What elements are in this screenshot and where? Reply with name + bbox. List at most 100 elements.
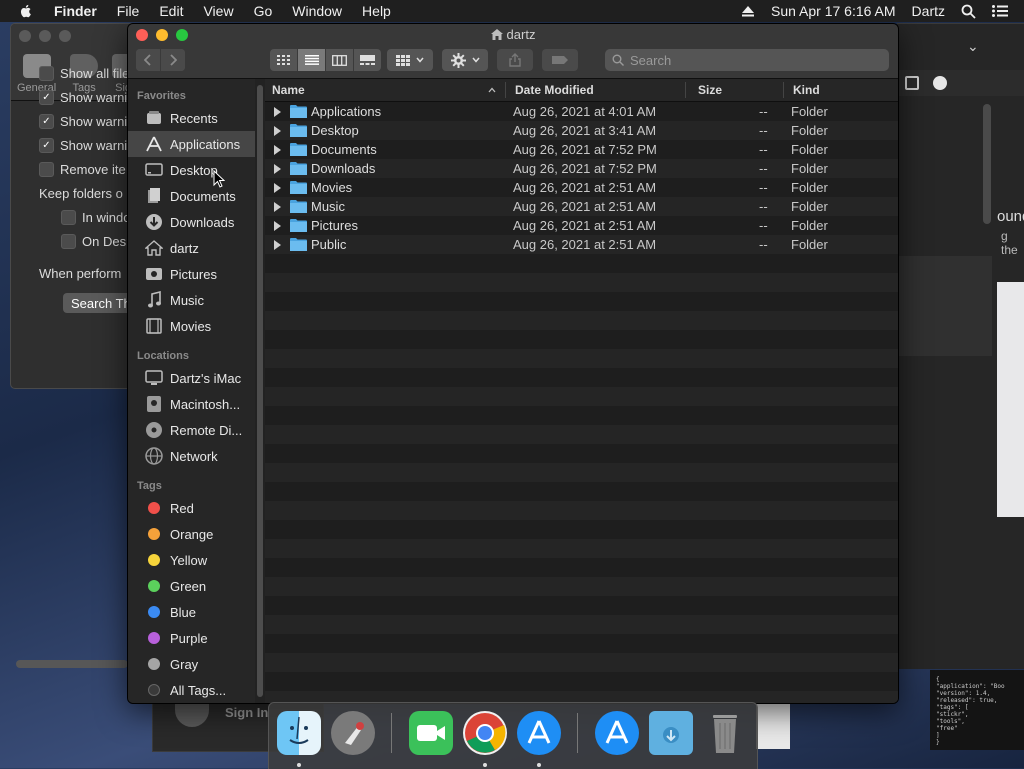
sidebar-item-music[interactable]: Music — [128, 287, 255, 313]
network-icon — [144, 447, 164, 465]
downloads-folder-icon[interactable] — [649, 711, 693, 755]
column-header-name[interactable]: Name — [272, 83, 305, 97]
chevron-up-icon[interactable] — [488, 87, 496, 93]
sidebar-item-movies[interactable]: Movies — [128, 313, 255, 339]
user-icon[interactable] — [933, 76, 947, 90]
menu-edit[interactable]: Edit — [159, 3, 183, 19]
disk-icon — [144, 395, 164, 413]
menu-go[interactable]: Go — [254, 3, 273, 19]
menu-help[interactable]: Help — [362, 3, 391, 19]
sidebar-item-macintosh-hd[interactable]: Macintosh... — [128, 391, 255, 417]
sidebar-tag-yellow[interactable]: Yellow — [128, 547, 255, 573]
table-row[interactable]: Applications Aug 26, 2021 at 4:01 AM -- Fol… — [265, 102, 898, 121]
prefs-minimize-button[interactable] — [39, 30, 51, 42]
tag-color-dot-icon — [148, 658, 160, 670]
apple-icon[interactable] — [18, 3, 34, 19]
facetime-icon[interactable] — [409, 711, 453, 755]
empty-list-area[interactable] — [265, 254, 898, 703]
sidebar-tag-blue[interactable]: Blue — [128, 599, 255, 625]
sidebar-item-applications[interactable]: Applications — [128, 131, 255, 157]
menu-clock[interactable]: Sun Apr 17 6:16 AM — [771, 3, 896, 19]
sidebar-item-pictures[interactable]: Pictures — [128, 261, 255, 287]
disclosure-triangle-icon[interactable] — [274, 164, 281, 174]
table-row[interactable]: Music Aug 26, 2021 at 2:51 AM -- Folder — [265, 197, 898, 216]
gallery-view-button[interactable] — [354, 49, 381, 71]
table-row[interactable]: Documents Aug 26, 2021 at 7:52 PM -- Folder — [265, 140, 898, 159]
column-view-button[interactable] — [326, 49, 354, 71]
sidebar-section-locations: Locations — [137, 350, 189, 362]
sidebar-item-recents[interactable]: Recents — [128, 105, 255, 131]
checkbox[interactable] — [39, 65, 54, 81]
prefs-close-button[interactable] — [19, 30, 31, 42]
action-button[interactable] — [442, 49, 488, 71]
app-store-icon[interactable] — [517, 711, 561, 755]
disclosure-triangle-icon[interactable] — [274, 202, 281, 212]
checkbox[interactable]: ✓ — [39, 137, 54, 153]
checkbox[interactable]: ✓ — [39, 113, 54, 129]
forward-button[interactable] — [161, 49, 185, 71]
checkbox[interactable] — [39, 161, 54, 177]
menu-file[interactable]: File — [117, 3, 140, 19]
gear-icon — [450, 52, 466, 68]
sidebar-item-network[interactable]: Network — [128, 443, 255, 469]
horizontal-scrollbar[interactable] — [16, 660, 128, 668]
sidebar-item-downloads[interactable]: Downloads — [128, 209, 255, 235]
checkbox[interactable] — [61, 233, 76, 249]
control-center-icon[interactable] — [992, 5, 1008, 17]
disclosure-triangle-icon[interactable] — [274, 126, 281, 136]
finder-icon[interactable] — [277, 711, 321, 755]
trash-icon[interactable] — [703, 711, 747, 755]
menu-window[interactable]: Window — [292, 3, 342, 19]
sidebar-tag-green[interactable]: Green — [128, 573, 255, 599]
sidebar-item-home[interactable]: dartz — [128, 235, 255, 261]
sidebar-toggle-icon[interactable] — [905, 76, 919, 90]
chevron-down-icon[interactable]: ⌄ — [967, 38, 979, 55]
share-button[interactable] — [497, 49, 533, 71]
sidebar-tag-purple[interactable]: Purple — [128, 625, 255, 651]
sidebar-scrollbar[interactable] — [255, 79, 265, 703]
list-icon — [304, 55, 319, 65]
sidebar-tag-red[interactable]: Red — [128, 495, 255, 521]
disclosure-triangle-icon[interactable] — [274, 221, 281, 231]
table-row[interactable]: Public Aug 26, 2021 at 2:51 AM -- Folder — [265, 235, 898, 254]
sidebar-item-remote-disc[interactable]: Remote Di... — [128, 417, 255, 443]
group-by-button[interactable] — [387, 49, 433, 71]
icon-view-button[interactable] — [270, 49, 298, 71]
sidebar-all-tags[interactable]: All Tags... — [128, 677, 255, 703]
disclosure-triangle-icon[interactable] — [274, 183, 281, 193]
table-row[interactable]: Movies Aug 26, 2021 at 2:51 AM -- Folder — [265, 178, 898, 197]
sidebar-tag-gray[interactable]: Gray — [128, 651, 255, 677]
table-row[interactable]: Pictures Aug 26, 2021 at 2:51 AM -- Folder — [265, 216, 898, 235]
prefs-zoom-button[interactable] — [59, 30, 71, 42]
table-row[interactable]: Downloads Aug 26, 2021 at 7:52 PM -- Folder — [265, 159, 898, 178]
column-header-size[interactable]: Size — [698, 83, 722, 97]
sign-in-label[interactable]: Sign In — [225, 705, 268, 720]
scrollbar-thumb[interactable] — [257, 85, 263, 697]
disclosure-triangle-icon[interactable] — [274, 240, 281, 250]
table-row[interactable]: Desktop Aug 26, 2021 at 3:41 AM -- Folder — [265, 121, 898, 140]
sidebar-item-documents[interactable]: Documents — [128, 183, 255, 209]
sidebar-item-imac[interactable]: Dartz's iMac — [128, 365, 255, 391]
sidebar-item-desktop[interactable]: Desktop — [128, 157, 255, 183]
chrome-icon[interactable] — [463, 711, 507, 755]
column-header-date[interactable]: Date Modified — [515, 83, 594, 97]
checkbox[interactable]: ✓ — [39, 89, 54, 105]
edit-tags-button[interactable] — [542, 49, 578, 71]
list-view-button[interactable] — [298, 49, 326, 71]
disclosure-triangle-icon[interactable] — [274, 145, 281, 155]
back-button[interactable] — [136, 49, 161, 71]
disclosure-triangle-icon[interactable] — [274, 107, 281, 117]
eject-icon[interactable] — [741, 5, 755, 17]
sidebar-tag-orange[interactable]: Orange — [128, 521, 255, 547]
menu-user[interactable]: Dartz — [912, 3, 945, 19]
checkbox[interactable] — [61, 209, 76, 225]
launchpad-icon[interactable] — [331, 711, 375, 755]
app-store-icon[interactable] — [595, 711, 639, 755]
menu-view[interactable]: View — [203, 3, 233, 19]
column-header-kind[interactable]: Kind — [793, 83, 820, 97]
scrollbar-thumb[interactable] — [983, 104, 991, 224]
spotlight-icon[interactable] — [961, 4, 976, 19]
folder-icon — [290, 105, 307, 118]
search-input[interactable]: Search — [605, 49, 889, 71]
menu-app-name[interactable]: Finder — [54, 3, 97, 19]
